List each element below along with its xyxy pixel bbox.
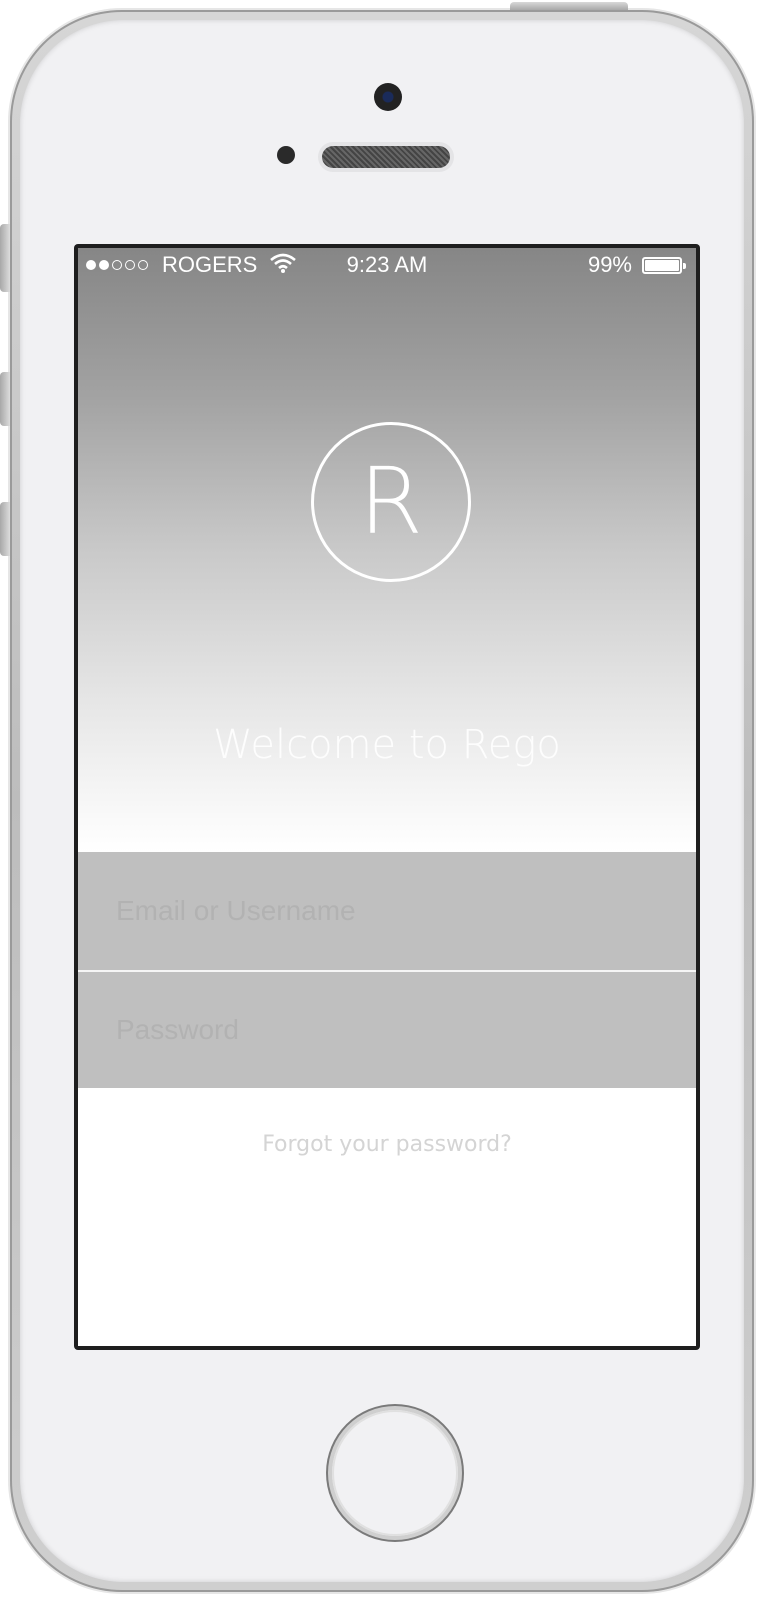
forgot-password-link[interactable]: Forgot your password? [78, 1132, 696, 1157]
home-button[interactable] [332, 1410, 458, 1536]
rego-logo: R [311, 422, 471, 582]
email-username-input[interactable] [78, 852, 696, 970]
welcome-heading: Welcome to Rego [213, 722, 561, 768]
app-display: ROGERS 9:23 AM 99% R Welcome to Rego Ema… [78, 248, 696, 1346]
battery-cap [683, 263, 686, 269]
mute-switch [0, 224, 10, 292]
front-camera [374, 83, 402, 111]
volume-down-button [0, 502, 10, 556]
battery-percentage: 99% [587, 252, 632, 277]
phone-frame: ROGERS 9:23 AM 99% R Welcome to Rego Ema… [0, 2, 754, 1592]
earpiece-speaker [322, 146, 450, 168]
proximity-sensor [277, 146, 295, 164]
battery-icon [642, 257, 686, 274]
battery-fill [645, 260, 679, 271]
phone-face: ROGERS 9:23 AM 99% R Welcome to Rego Ema… [20, 20, 744, 1582]
screen-bezel: ROGERS 9:23 AM 99% R Welcome to Rego Ema… [74, 244, 700, 1350]
sleep-wake-button [510, 2, 628, 10]
status-bar: ROGERS 9:23 AM 99% [78, 248, 696, 282]
volume-up-button [0, 372, 10, 426]
password-input[interactable] [78, 972, 696, 1088]
